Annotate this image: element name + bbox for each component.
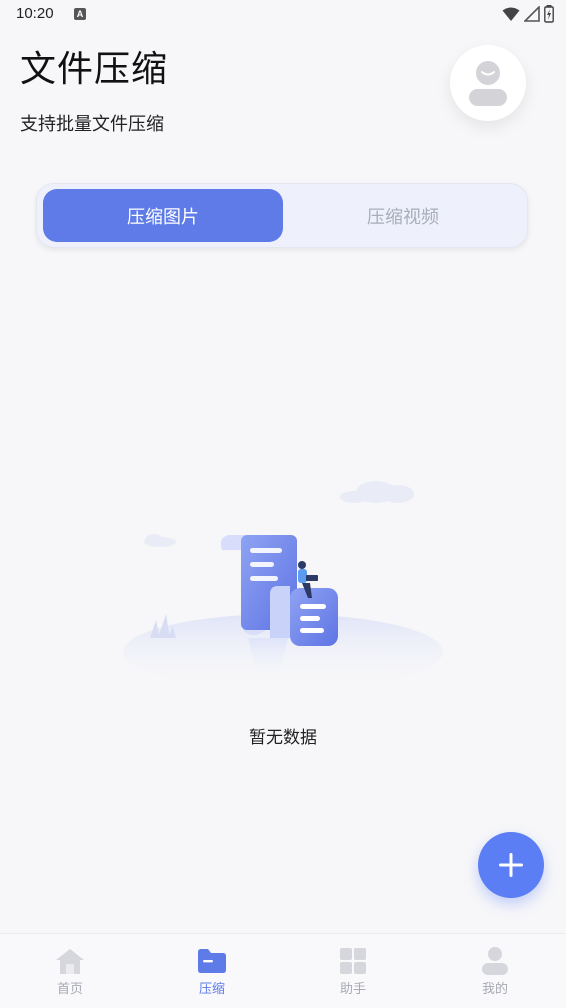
- page-subtitle: 支持批量文件压缩: [20, 114, 164, 135]
- tab-compress-image[interactable]: 压缩图片: [43, 189, 283, 242]
- signal-icon: [524, 6, 540, 22]
- status-bar: 10:20 A: [0, 0, 566, 30]
- empty-state-text: 暂无数据: [249, 728, 317, 748]
- person-icon: [480, 946, 510, 976]
- tab-compress-video[interactable]: 压缩视频: [283, 189, 523, 242]
- nav-label-mine: 我的: [481, 982, 508, 997]
- status-time: 10:20: [16, 5, 54, 22]
- compress-type-tabs: 压缩图片 压缩视频: [36, 183, 528, 248]
- wifi-icon: [502, 7, 520, 21]
- plus-icon: [499, 853, 523, 877]
- nav-item-mine[interactable]: 我的: [455, 946, 535, 1002]
- page-title: 文件压缩: [20, 49, 169, 90]
- bottom-navigation: 首页 压缩 助手 我的: [0, 933, 566, 1008]
- user-avatar-icon: [469, 61, 507, 106]
- nav-item-compress[interactable]: 压缩: [172, 946, 252, 1002]
- nav-label-home: 首页: [56, 982, 83, 997]
- nav-item-assistant[interactable]: 助手: [313, 946, 393, 1002]
- battery-icon: [544, 5, 554, 23]
- status-icons: [502, 5, 554, 23]
- nav-label-compress: 压缩: [198, 982, 225, 997]
- home-icon: [55, 946, 85, 976]
- accessibility-badge-icon: A: [74, 8, 86, 20]
- nav-label-assistant: 助手: [339, 982, 366, 997]
- avatar[interactable]: [450, 45, 526, 121]
- nav-item-home[interactable]: 首页: [30, 946, 110, 1002]
- empty-state-illustration: [123, 481, 443, 690]
- add-file-button[interactable]: [478, 832, 544, 898]
- grid-icon: [338, 946, 368, 976]
- folder-icon: [197, 946, 227, 976]
